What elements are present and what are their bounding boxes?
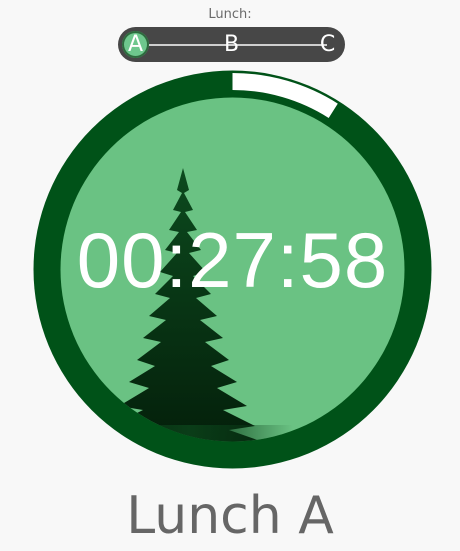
lunch-option-a[interactable]: A	[122, 31, 149, 58]
lunch-selector-label: Lunch:	[208, 7, 252, 22]
period-title: Lunch A	[126, 486, 334, 546]
lunch-selector[interactable]: A B C	[118, 27, 345, 62]
lunch-option-c[interactable]: C	[314, 31, 341, 58]
countdown-time: 00:27:58	[76, 216, 389, 304]
lunch-timer-page: Lunch: A B C 00:27:58 Lunch A	[0, 0, 460, 551]
lunch-option-b[interactable]: B	[218, 31, 245, 58]
